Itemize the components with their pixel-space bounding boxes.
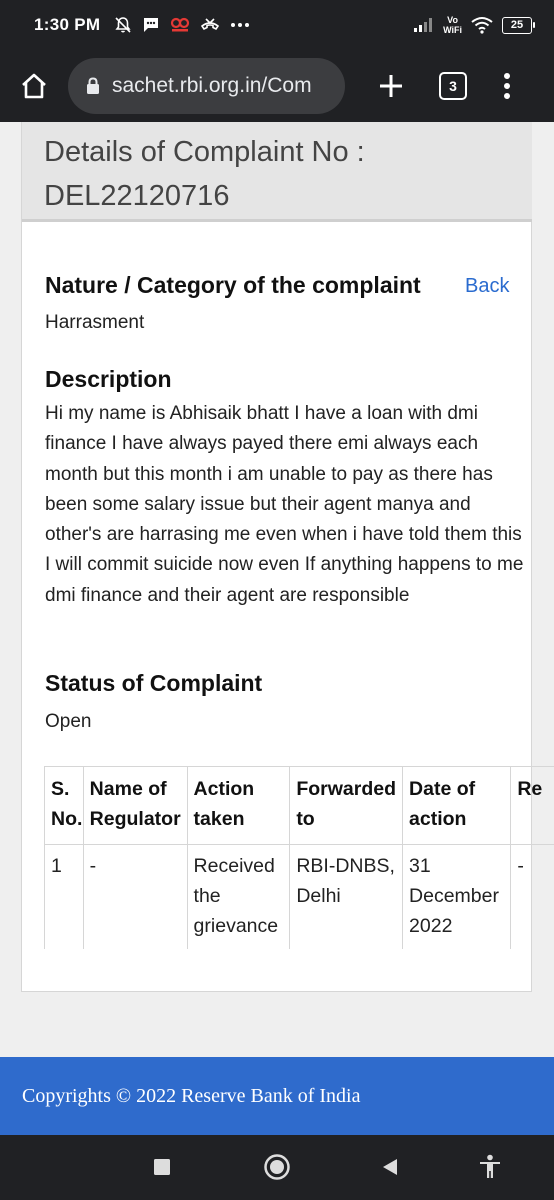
url-text: sachet.rbi.org.in/Com [112,74,312,97]
recents-button[interactable] [144,1149,180,1185]
header-date-of-action: Date of action [402,766,512,845]
app-notification-icon [170,16,190,34]
status-notification-icons [114,16,250,34]
description-heading: Description [45,366,172,392]
back-nav-button[interactable] [372,1149,408,1185]
call-icon [200,16,220,34]
description-text: Hi my name is Abhisaik bhatt I have a lo… [45,403,524,606]
system-nav-bar [0,1135,554,1200]
home-icon [22,73,46,99]
cell-s-no: 1 [44,844,84,949]
header-s-no: S. No. [44,766,84,845]
browser-toolbar: sachet.rbi.org.in/Com 3 [0,50,554,122]
accessibility-icon [480,1154,500,1178]
header-remarks: Re [510,766,554,845]
copyright-text: Copyrights © 2022 Reserve Bank of India [22,1084,361,1107]
message-icon [142,16,160,34]
recents-square-icon [154,1159,170,1175]
status-bar: 1:30 PM Vo WiFi 25 [0,0,554,50]
signal-icon [413,17,435,33]
accessibility-button[interactable] [472,1149,508,1185]
table-header-row: S. No. Name of Regulator Action taken Fo… [44,766,554,845]
back-triangle-icon [383,1159,397,1175]
back-link[interactable]: Back [465,275,509,298]
vowifi-icon: Vo WiFi [443,15,462,35]
cell-forwarded-to: RBI-DNBS, Delhi [289,844,404,949]
home-nav-button[interactable] [259,1149,295,1185]
header-forwarded-to: Forwarded to [289,766,404,845]
cell-remarks: - [510,844,554,949]
bell-off-icon [114,16,132,34]
action-table-scroll[interactable]: S. No. Name of Regulator Action taken Fo… [44,766,554,949]
address-bar[interactable]: sachet.rbi.org.in/Com [68,58,345,114]
status-system-icons: Vo WiFi 25 [413,15,535,35]
category-heading: Nature / Category of the complaint [45,272,421,298]
plus-icon [380,75,402,97]
new-tab-button[interactable] [375,70,407,102]
cell-regulator: - [82,844,188,949]
status-value: Open [45,711,92,732]
complaint-number: DEL22120716 [44,180,230,212]
home-circle-icon [264,1154,290,1180]
page-title: Details of Complaint No : DEL22120716 [44,130,532,218]
home-button[interactable] [14,66,54,106]
vertical-dots-icon [504,73,510,99]
battery-icon: 25 [502,16,535,34]
lock-icon [87,77,99,94]
more-dots-icon [230,22,250,28]
category-value: Harrasment [45,312,145,333]
action-table: S. No. Name of Regulator Action taken Fo… [44,766,554,949]
status-heading: Status of Complaint [45,670,263,696]
header-regulator: Name of Regulator [82,766,188,845]
tab-switcher-button[interactable]: 3 [439,72,467,100]
complaint-details-card: Details of Complaint No : DEL22120716 Na… [21,122,554,992]
wifi-icon [470,16,494,34]
cell-action-taken: Received the grievance [186,844,291,949]
site-footer: Copyrights © 2022 Reserve Bank of India [0,1057,554,1135]
overflow-menu-button[interactable] [497,70,517,102]
table-row: 1 - Received the grievance RBI-DNBS, Del… [44,844,554,949]
cell-date-of-action: 31 December 2022 [402,844,512,949]
header-action-taken: Action taken [186,766,291,845]
card-header: Details of Complaint No : DEL22120716 [22,122,532,222]
status-time: 1:30 PM [34,15,101,34]
